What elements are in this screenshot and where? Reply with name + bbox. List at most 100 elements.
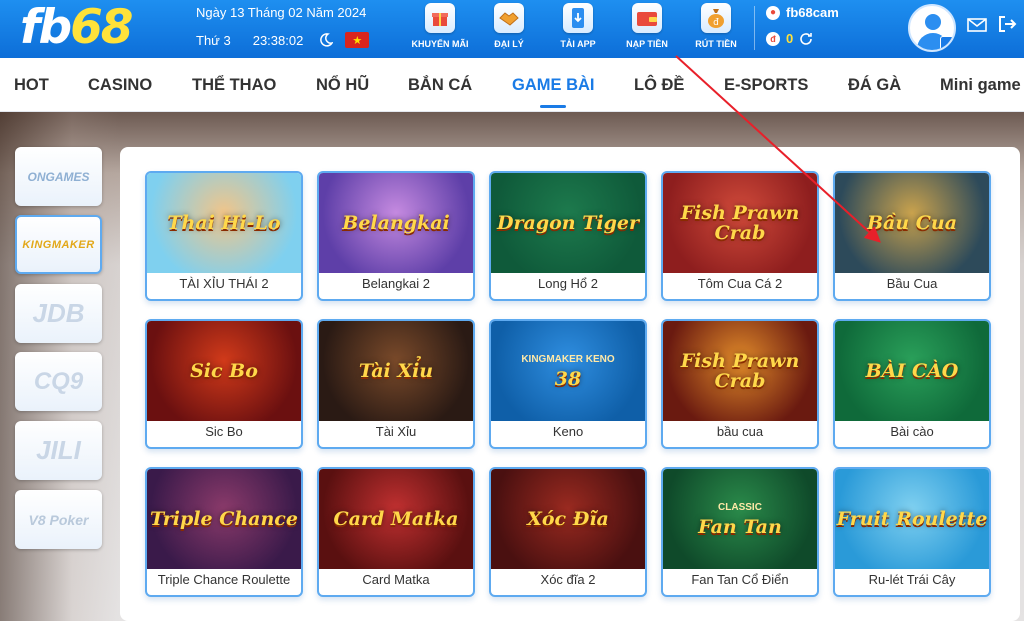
- tab-mini-game[interactable]: Mini game: [940, 76, 1021, 95]
- game-card[interactable]: Xóc Đĩa Xóc đĩa 2: [489, 467, 647, 597]
- game-card[interactable]: Bầu Cua Bầu Cua: [833, 171, 991, 301]
- provider-label: JDB: [32, 298, 85, 328]
- game-name[interactable]: Belangkai 2: [319, 276, 473, 291]
- svg-text:đ: đ: [713, 18, 719, 28]
- game-card[interactable]: Dragon Tiger Long Hổ 2: [489, 171, 647, 301]
- game-art: Fish Prawn Crab: [663, 351, 817, 391]
- game-thumbnail[interactable]: Triple Chance: [147, 469, 301, 569]
- game-art: Triple Chance: [150, 509, 298, 529]
- game-name[interactable]: bầu cua: [663, 424, 817, 439]
- game-card[interactable]: Belangkai Belangkai 2: [317, 171, 475, 301]
- agent-button[interactable]: ĐẠI LÝ: [473, 3, 545, 49]
- game-name[interactable]: Fan Tan Cổ Điển: [663, 572, 817, 587]
- active-tab-indicator: [540, 105, 566, 108]
- game-thumbnail[interactable]: Fish Prawn Crab: [663, 173, 817, 273]
- game-brand: KINGMAKER KENO: [521, 353, 615, 365]
- weekday: Thứ 3: [196, 32, 231, 48]
- provider-v8poker[interactable]: V8 Poker: [15, 490, 102, 549]
- game-art-title: BÀI CÀO: [865, 360, 959, 382]
- mail-icon[interactable]: [967, 18, 987, 32]
- game-art-title: Triple Chance: [150, 508, 298, 530]
- tab-the-thao[interactable]: THỂ THAO: [192, 76, 276, 95]
- game-art: KINGMAKER KENO 38: [521, 354, 614, 389]
- game-name[interactable]: Sic Bo: [147, 424, 301, 439]
- game-name[interactable]: Keno: [491, 424, 645, 439]
- game-thumbnail[interactable]: CLASSIC Fan Tan: [663, 469, 817, 569]
- game-art: Dragon Tiger: [497, 213, 639, 233]
- game-thumbnail[interactable]: Dragon Tiger: [491, 173, 645, 273]
- category-nav: HOT CASINO THỂ THAO NỔ HŨ BẮN CÁ GAME BÀ…: [0, 58, 1024, 112]
- vietnam-flag-icon[interactable]: ★: [345, 32, 370, 48]
- game-name[interactable]: Triple Chance Roulette: [147, 572, 301, 587]
- game-name[interactable]: TÀI XỈU THÁI 2: [147, 276, 301, 291]
- game-art-title: Belangkai: [342, 212, 450, 234]
- provider-kingmaker[interactable]: KINGMAKER: [15, 215, 102, 274]
- game-thumbnail[interactable]: Card Matka: [319, 469, 473, 569]
- game-card[interactable]: KINGMAKER KENO 38 Keno: [489, 319, 647, 449]
- game-card[interactable]: Card Matka Card Matka: [317, 467, 475, 597]
- game-thumbnail[interactable]: KINGMAKER KENO 38: [491, 321, 645, 421]
- game-thumbnail[interactable]: Belangkai: [319, 173, 473, 273]
- game-name[interactable]: Tôm Cua Cá 2: [663, 276, 817, 291]
- game-thumbnail[interactable]: BÀI CÀO: [835, 321, 989, 421]
- game-card[interactable]: Sic Bo Sic Bo: [145, 319, 303, 449]
- provider-jili[interactable]: JILI: [15, 421, 102, 480]
- game-name[interactable]: Bầu Cua: [835, 276, 989, 291]
- tab-esports[interactable]: E-SPORTS: [724, 76, 808, 95]
- game-thumbnail[interactable]: Tài Xỉu: [319, 321, 473, 421]
- game-name[interactable]: Ru-lét Trái Cây: [835, 572, 989, 587]
- game-name[interactable]: Long Hổ 2: [491, 276, 645, 291]
- logo-text-fb: fb: [20, 0, 72, 55]
- user-avatar[interactable]: [908, 4, 956, 52]
- dark-mode-icon[interactable]: [319, 33, 334, 47]
- tab-lo-de[interactable]: LÔ ĐỀ: [634, 76, 684, 95]
- balance-row: đ 0: [766, 31, 813, 46]
- game-name[interactable]: Xóc đĩa 2: [491, 572, 645, 587]
- game-card[interactable]: Triple Chance Triple Chance Roulette: [145, 467, 303, 597]
- provider-label: ONGAMES: [27, 169, 90, 184]
- tab-game-bai[interactable]: GAME BÀI: [512, 76, 595, 95]
- deposit-button[interactable]: NẠP TIỀN: [611, 3, 683, 49]
- game-card[interactable]: Fruit Roulette Ru-lét Trái Cây: [833, 467, 991, 597]
- fb68-logo[interactable]: fb 68: [20, 0, 134, 55]
- provider-cq9[interactable]: CQ9: [15, 352, 102, 411]
- provider-jdb[interactable]: JDB: [15, 284, 102, 343]
- download-app-icon: [563, 3, 593, 33]
- game-card[interactable]: CLASSIC Fan Tan Fan Tan Cổ Điển: [661, 467, 819, 597]
- game-thumbnail[interactable]: Sic Bo: [147, 321, 301, 421]
- game-art-title: Bầu Cua: [866, 212, 958, 234]
- download-app-button[interactable]: TẢI APP: [542, 3, 614, 49]
- game-thumbnail[interactable]: Bầu Cua: [835, 173, 989, 273]
- game-thumbnail[interactable]: Xóc Đĩa: [491, 469, 645, 569]
- game-art-title: Fish Prawn Crab: [680, 350, 800, 392]
- game-card[interactable]: Fish Prawn Crab Tôm Cua Cá 2: [661, 171, 819, 301]
- promo-button[interactable]: KHUYẾN MÃI: [404, 3, 476, 49]
- game-thumbnail[interactable]: Thai Hi-Lo: [147, 173, 301, 273]
- tab-ban-ca[interactable]: BẮN CÁ: [408, 76, 472, 95]
- current-time-row: Thứ 3 23:38:02 ★: [196, 32, 370, 48]
- username-row: ● fb68cam: [766, 5, 839, 20]
- refresh-icon[interactable]: [799, 32, 813, 46]
- game-card[interactable]: Tài Xỉu Tài Xỉu: [317, 319, 475, 449]
- tab-hot[interactable]: HOT: [14, 76, 49, 95]
- game-name[interactable]: Bài cào: [835, 424, 989, 439]
- game-art-title: Xóc Đĩa: [527, 508, 609, 530]
- logo-text-68: 68: [70, 0, 133, 55]
- tab-da-ga[interactable]: ĐÁ GÀ: [848, 76, 901, 95]
- game-name[interactable]: Card Matka: [319, 572, 473, 587]
- edit-profile-icon[interactable]: [940, 36, 954, 50]
- top-header: fb 68 Ngày 13 Tháng 02 Năm 2024 Thứ 3 23:…: [0, 0, 1024, 58]
- game-art-title: Sic Bo: [190, 360, 258, 382]
- logout-icon[interactable]: [997, 14, 1017, 34]
- game-name[interactable]: Tài Xỉu: [319, 424, 473, 439]
- game-card[interactable]: Thai Hi-Lo TÀI XỈU THÁI 2: [145, 171, 303, 301]
- withdraw-button[interactable]: đ RÚT TIỀN: [680, 3, 752, 49]
- game-thumbnail[interactable]: Fish Prawn Crab: [663, 321, 817, 421]
- game-art-title: Fish Prawn Crab: [680, 202, 800, 244]
- game-card[interactable]: Fish Prawn Crab bầu cua: [661, 319, 819, 449]
- game-card[interactable]: BÀI CÀO Bài cào: [833, 319, 991, 449]
- tab-no-hu[interactable]: NỔ HŨ: [316, 76, 369, 95]
- tab-casino[interactable]: CASINO: [88, 76, 152, 95]
- game-thumbnail[interactable]: Fruit Roulette: [835, 469, 989, 569]
- provider-ongames[interactable]: ONGAMES: [15, 147, 102, 206]
